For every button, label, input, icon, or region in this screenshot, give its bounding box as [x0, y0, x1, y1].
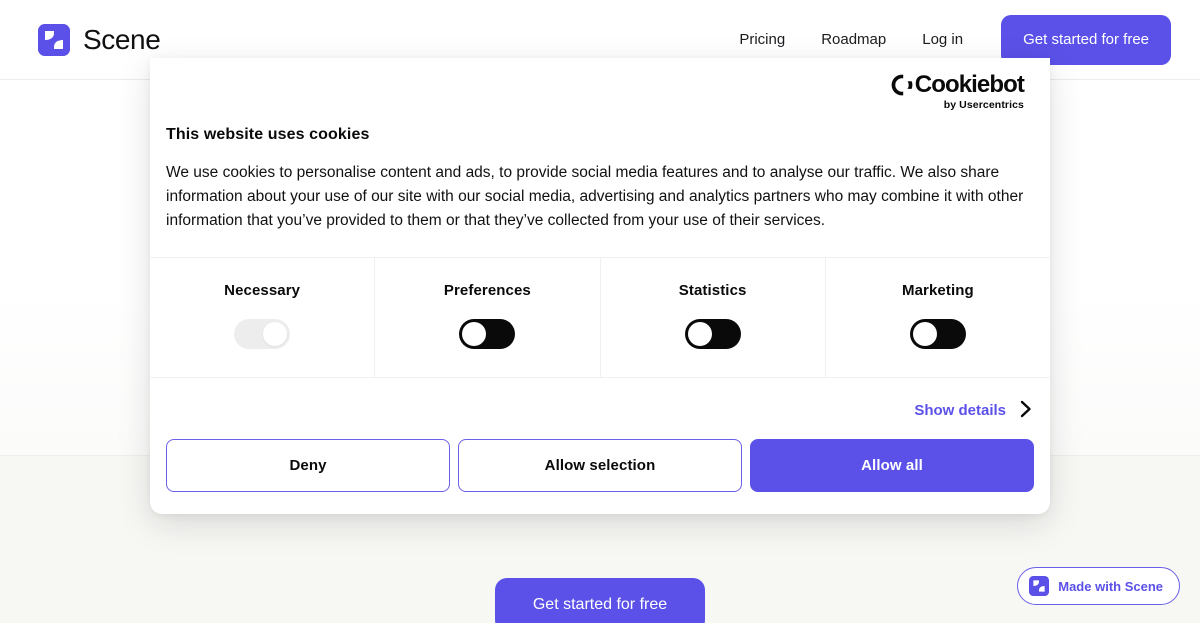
cookiebot-logo: Cookiebot by Usercentrics [890, 71, 1025, 112]
cookie-category-label: Preferences [443, 282, 531, 299]
get-started-button[interactable]: Get started for free [1001, 14, 1171, 65]
scene-logo-icon [38, 23, 70, 56]
toggle-knob [912, 322, 937, 346]
cookiebot-byline: by Usercentrics [943, 99, 1024, 112]
chevron-right-icon [1020, 400, 1032, 421]
cookie-details-row: Show details [150, 378, 1050, 431]
show-details-button[interactable]: Show details [914, 400, 1032, 421]
nav-link-login[interactable]: Log in [904, 21, 981, 58]
brand-logo-link[interactable]: Scene [38, 23, 161, 56]
cookie-dialog-title: This website uses cookies [166, 126, 370, 143]
cookie-category-preferences: Preferences [374, 258, 599, 377]
cookie-category-label: Statistics [678, 282, 747, 299]
toggle-knob [263, 322, 288, 346]
cookie-category-label: Necessary [224, 282, 301, 299]
cookie-dialog-header: Cookiebot by Usercentrics [150, 58, 1050, 126]
nav-links: Pricing Roadmap Log in Get started for f… [721, 14, 1200, 65]
toggle-marketing[interactable] [909, 319, 966, 349]
made-with-scene-label: Made with Scene [1058, 578, 1163, 594]
nav-link-pricing[interactable]: Pricing [721, 21, 803, 58]
toggle-knob [462, 322, 487, 346]
made-with-scene-badge[interactable]: Made with Scene [1017, 567, 1180, 605]
cookie-consent-dialog: Cookiebot by Usercentrics This website u… [150, 58, 1050, 514]
allow-selection-button[interactable]: Allow selection [458, 439, 742, 492]
cookie-dialog-body: This website uses cookies We use cookies… [150, 126, 1050, 257]
allow-all-button[interactable]: Allow all [750, 439, 1034, 492]
toggle-preferences[interactable] [459, 319, 516, 349]
show-details-label: Show details [914, 402, 1006, 419]
cookie-category-list: Necessary Preferences Statistics Marketi… [150, 257, 1050, 378]
scene-logo-icon [1029, 576, 1050, 596]
toggle-statistics[interactable] [684, 319, 741, 349]
cookie-category-statistics: Statistics [599, 258, 825, 377]
toggle-knob [687, 322, 712, 346]
cookiebot-name: Cookiebot [914, 71, 1025, 99]
cookie-actions: Deny Allow selection Allow all [150, 431, 1050, 514]
nav-link-roadmap[interactable]: Roadmap [803, 21, 904, 58]
cookie-category-label: Marketing [902, 282, 974, 299]
brand-name: Scene [83, 23, 161, 55]
cookie-category-marketing: Marketing [824, 258, 1050, 377]
cookie-icon [890, 73, 914, 97]
cookie-category-necessary: Necessary [150, 258, 374, 377]
toggle-necessary [234, 319, 291, 349]
deny-button[interactable]: Deny [166, 439, 450, 492]
cookie-dialog-description: We use cookies to personalise content an… [166, 164, 1024, 229]
hero-get-started-button[interactable]: Get started for free [495, 578, 705, 623]
